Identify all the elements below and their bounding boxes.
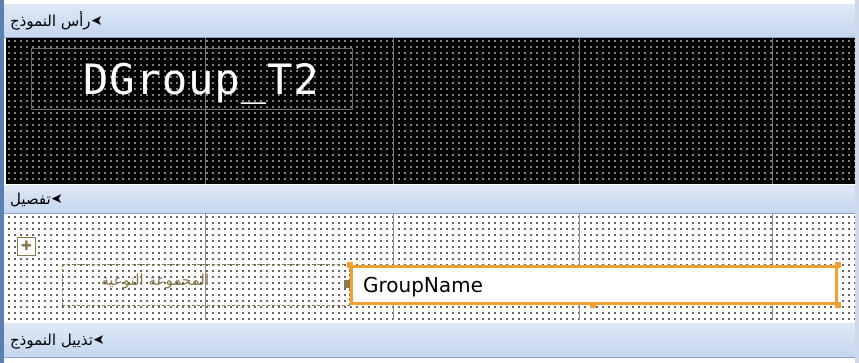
grid-line — [579, 38, 580, 184]
form-header-label: رأس النموذج — [10, 11, 91, 30]
form-header-bar[interactable]: رأس النموذج ➤ — [4, 3, 855, 38]
resize-handle[interactable] — [347, 262, 353, 268]
form-footer-bar[interactable]: تذييل النموذج ➤ — [4, 322, 855, 358]
right-edge-bar — [855, 0, 859, 363]
resize-handle[interactable] — [835, 302, 841, 308]
section-arrow-icon: ➤ — [50, 191, 63, 207]
form-footer-label: تذييل النموذج — [10, 331, 93, 349]
detail-label: تفصيل — [10, 190, 51, 208]
section-arrow-icon: ➤ — [92, 332, 105, 348]
group-label-control[interactable]: المجموعة النوعية — [62, 264, 350, 306]
group-name-textbox-value: GroupName — [363, 273, 483, 297]
group-name-textbox[interactable]: GroupName — [350, 265, 838, 305]
resize-handle[interactable] — [590, 302, 596, 308]
grid-line — [393, 38, 394, 184]
grid-line — [772, 38, 773, 184]
detail-bar[interactable]: تفصيل ➤ — [4, 184, 855, 214]
move-handle-icon[interactable]: ✚ — [17, 237, 36, 256]
section-arrow-icon: ➤ — [90, 12, 103, 29]
header-title-text: DGroup_T2 — [83, 55, 320, 104]
group-label-text: المجموعة النوعية — [101, 271, 209, 289]
resize-handle[interactable] — [835, 262, 841, 268]
